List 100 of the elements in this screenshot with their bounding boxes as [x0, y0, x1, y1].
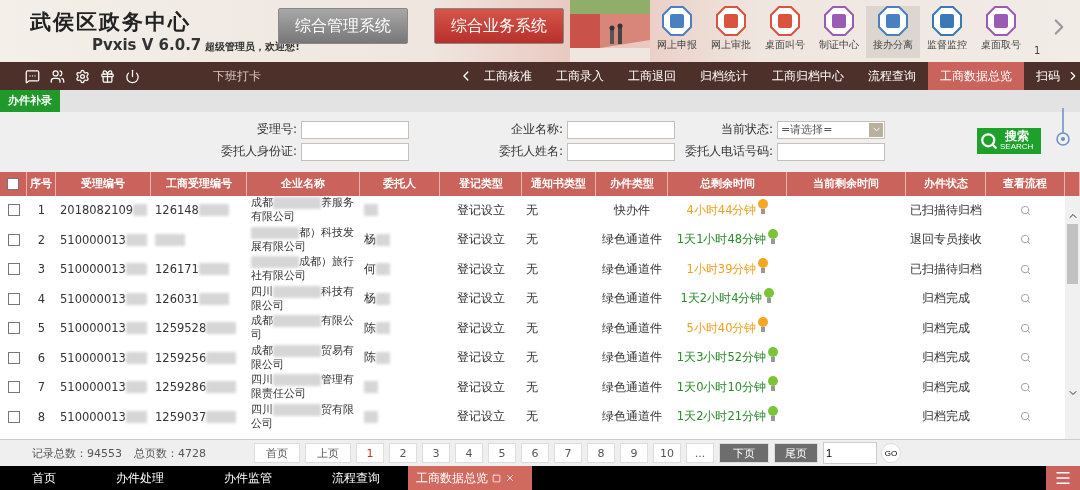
nav-tab[interactable]: 工商核准 [472, 62, 544, 90]
table-cell: 杨 [364, 232, 376, 248]
table-cell-text: 无 [525, 379, 539, 395]
table-cell: 510000013 [60, 350, 126, 365]
table-cell-text: 无 [525, 261, 539, 277]
column-header: 企业名称 [247, 171, 360, 196]
app-shortcut[interactable]: 网上审批 [704, 6, 758, 58]
taskbar-item[interactable]: 办件监管 [224, 466, 272, 490]
app-shortcut[interactable]: 桌面取号 [974, 6, 1028, 58]
table-cell: 2018082109 [60, 203, 134, 218]
app-shortcut[interactable]: 网上申报 [650, 6, 704, 58]
table-cell-text: 1 [36, 203, 47, 218]
table-cell-text: 8 [36, 409, 47, 424]
table-cell: 510000013 [60, 380, 126, 395]
app-shortcut[interactable]: 接办分离 [866, 6, 920, 58]
app-shortcut[interactable]: 制证中心 [812, 6, 866, 58]
table-cell: 510000013 [60, 232, 126, 247]
previous-page-button[interactable]: 上页 [305, 443, 351, 464]
page-button[interactable]: 8 [587, 443, 615, 464]
table-cell: 1259037 [155, 409, 207, 424]
nav-tab[interactable]: 工商录入 [544, 62, 616, 90]
nav-tab[interactable]: 工商退回 [616, 62, 688, 90]
page-input[interactable]: 1 [823, 442, 877, 465]
system-button[interactable]: 综合业务系统 [434, 8, 564, 44]
page-button[interactable]: 5 [488, 443, 516, 464]
table-cell: 陈 [364, 320, 376, 336]
table-cell-text: 登记设立 [456, 409, 506, 425]
table-cell: 510000013 [60, 291, 126, 306]
table-cell-text: 3 [36, 262, 47, 277]
remaining-time: 1天1小时48分钟 [676, 232, 767, 248]
table-cell-text: 登记设立 [456, 291, 506, 307]
table-cell: 510000013 [60, 409, 126, 424]
table-cell: 1259286 [155, 380, 207, 395]
page-button[interactable]: 3 [422, 443, 450, 464]
table-cell-text: 归档完成 [921, 379, 971, 395]
sub-tab[interactable]: 办件补录 [0, 90, 60, 112]
table-cell: 126031 [155, 291, 199, 306]
page-button[interactable]: 1 [356, 443, 384, 464]
table-cell-text: 归档完成 [921, 291, 971, 307]
table-cell: 杨 [364, 291, 376, 307]
table-cell-text: 都）科技发展有限公司 [250, 225, 355, 254]
table-cell: 1259256 [155, 350, 207, 365]
field-label: 受理号: [255, 121, 298, 139]
column-header: 通知书类型 [522, 171, 596, 196]
table-cell-text: 成都 养服务有限公司 [250, 196, 355, 225]
page-button[interactable]: ... [686, 443, 714, 464]
table-cell-text: 无 [525, 320, 539, 336]
table-cell-text: 2 [36, 232, 47, 247]
table-cell-text: 成都 贸易有限公司 [250, 343, 355, 372]
field-label: 委托人电话号码: [683, 143, 774, 161]
page-button[interactable]: 6 [521, 443, 549, 464]
last-page-button[interactable]: 尾页 [774, 443, 818, 464]
clock-out-link[interactable]: 下班打卡 [213, 67, 433, 85]
column-header: 查看流程 [986, 171, 1065, 196]
table-cell-text: 已扫描待归档 [909, 261, 983, 277]
remaining-time: 1天0小时10分钟 [676, 379, 767, 395]
page-button[interactable]: 2 [389, 443, 417, 464]
column-header: 委托人 [360, 171, 440, 196]
record-count: 记录总数：94553 [32, 445, 122, 461]
nav-tab[interactable]: 归档统计 [688, 62, 760, 90]
table-cell-text: 6 [36, 350, 47, 365]
column-header: 当前剩余时间 [787, 171, 906, 196]
table-cell-text: 快办件 [613, 202, 651, 218]
table-cell: 510000013 [60, 321, 126, 336]
taskbar-item[interactable]: 流程查询 [332, 466, 380, 490]
page-button[interactable]: 9 [620, 443, 648, 464]
remaining-time: 1小时39分钟 [686, 261, 757, 277]
next-page-button[interactable]: 下页 [719, 443, 769, 464]
first-page-button[interactable]: 首页 [254, 443, 300, 464]
table-cell-text: 无 [525, 409, 539, 425]
app-shortcut[interactable]: 桌面叫号 [758, 6, 812, 58]
page-button[interactable]: 10 [653, 443, 681, 464]
taskbar-item[interactable]: 办件处理 [116, 466, 164, 490]
remaining-time: 4小时44分钟 [686, 202, 757, 218]
table-cell-text: 登记设立 [456, 261, 506, 277]
table-cell-text: 4 [36, 291, 47, 306]
table-cell-text: 绿色通道件 [601, 261, 663, 277]
column-header: 受理编号 [56, 171, 151, 196]
version-label: Pvxis V 6.0.7 [92, 36, 202, 54]
table-cell-text: 四川 管理有限责任公司 [250, 373, 355, 402]
nav-tab[interactable]: 工商数据总览 [928, 62, 1024, 90]
table-cell-text: 绿色通道件 [601, 320, 663, 336]
column-header: 工商受理编号 [151, 171, 247, 196]
table-cell-text: 登记设立 [456, 232, 506, 248]
field-label: 委托人姓名: [497, 143, 564, 161]
table-cell: 1259528 [155, 321, 207, 336]
page-button[interactable]: 7 [554, 443, 582, 464]
go-button[interactable]: GO [881, 443, 901, 464]
nav-tab[interactable]: 工商归档中心 [760, 62, 856, 90]
field-label: 企业名称: [509, 121, 564, 139]
nav-tab[interactable]: 扫码 [1024, 62, 1072, 90]
taskbar-item[interactable]: 工商数据总览 [408, 466, 532, 490]
nav-tab[interactable]: 流程查询 [856, 62, 928, 90]
taskbar-item[interactable]: 首页 [32, 466, 56, 490]
table-cell-text: 归档完成 [921, 350, 971, 366]
status-select[interactable]: =请选择= [777, 120, 885, 139]
page-button[interactable]: 4 [455, 443, 483, 464]
app-shortcut[interactable]: 监督监控 [920, 6, 974, 58]
column-header: 办件类型 [596, 171, 668, 196]
page-number: 1 [1034, 45, 1041, 56]
